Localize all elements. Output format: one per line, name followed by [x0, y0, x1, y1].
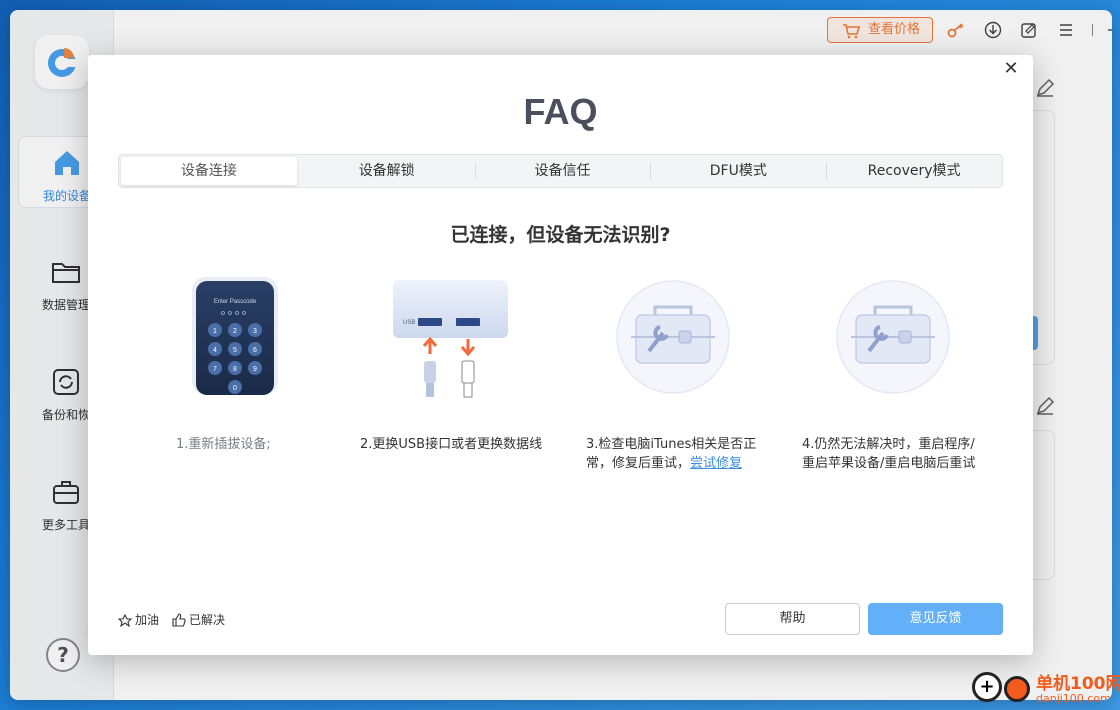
faq-question: 已连接，但设备无法识别?	[450, 224, 671, 246]
solved-label: 已解决	[189, 613, 226, 627]
watermark-plus-icon: +	[972, 672, 1002, 702]
usb-port-label: USB	[403, 320, 415, 326]
step-3-line-2-prefix: 常，修复后重试，	[586, 456, 691, 471]
keypad-key: 2	[233, 328, 237, 335]
tab-device-connection[interactable]: 设备连接	[121, 157, 297, 185]
keypad-key: 1	[213, 328, 217, 335]
step-4-line-1: 4.仍然无法解决时，重启程序/	[802, 437, 975, 452]
watermark-text-cn: 单机100网	[1036, 674, 1120, 694]
usb-port-illustration: USB	[393, 280, 508, 398]
tab-device-trust[interactable]: 设备信任	[474, 155, 651, 187]
passcode-caption: Enter Passcode	[214, 299, 257, 305]
keypad-key: 9	[253, 366, 257, 373]
feedback-button[interactable]: 意见反馈	[868, 603, 1003, 635]
dialog-title: FAQ	[523, 91, 598, 132]
tab-recovery-mode[interactable]: Recovery模式	[826, 155, 1002, 187]
help-dialog-button[interactable]: 帮助	[725, 603, 860, 635]
tab-device-unlock[interactable]: 设备解锁	[299, 155, 475, 187]
step-3-line-1: 3.检查电脑iTunes相关是否正	[586, 437, 757, 452]
keypad-key: 6	[253, 347, 257, 354]
cheer-icon	[117, 613, 133, 628]
keypad-key: 0	[233, 385, 237, 392]
step-4-text: 4.仍然无法解决时，重启程序/ 重启苹果设备/重启电脑后重试	[802, 435, 975, 473]
keypad-key: 7	[213, 366, 217, 373]
cheer-label: 加油	[135, 613, 160, 627]
keypad-key: 5	[233, 347, 237, 354]
keypad-key: 8	[233, 366, 237, 373]
watermark-dot-icon	[1004, 676, 1030, 702]
step-4-line-2: 重启苹果设备/重启电脑后重试	[802, 456, 976, 471]
toolbox-illustration	[616, 280, 730, 394]
phone-passcode-illustration: Enter Passcode 1 2 3 4 5 6 7 8 9 0	[192, 277, 278, 395]
faq-dialog: ✕ FAQ 设备连接 设备解锁 设备信任 DFU模式 Recovery模式 已连…	[88, 55, 1033, 655]
toolbox-illustration	[836, 280, 950, 394]
dialog-close-button[interactable]: ✕	[1003, 60, 1019, 78]
faq-tabs: 设备连接 设备解锁 设备信任 DFU模式 Recovery模式	[118, 154, 1003, 188]
step-3-line-2: 常，修复后重试，尝试修复	[586, 454, 756, 473]
cheer-button[interactable]: 加油	[117, 611, 160, 628]
keypad-key: 3	[253, 328, 257, 335]
try-repair-link[interactable]: 尝试修复	[690, 456, 742, 471]
tab-dfu-mode[interactable]: DFU模式	[650, 155, 826, 187]
keypad-key: 4	[213, 347, 217, 354]
step-1-text: 1.重新插拔设备;	[176, 437, 271, 452]
step-2-text: 2.更换USB接口或者更换数据线	[360, 437, 543, 452]
watermark-text-en: danji100.com	[1036, 692, 1111, 705]
watermark-logo: + 单机100网 danji100.com	[968, 668, 1120, 708]
solved-button[interactable]: 已解决	[172, 611, 225, 628]
step-3-text: 3.检查电脑iTunes相关是否正 常，修复后重试，尝试修复	[586, 435, 756, 473]
thumbs-up-icon	[172, 613, 186, 627]
